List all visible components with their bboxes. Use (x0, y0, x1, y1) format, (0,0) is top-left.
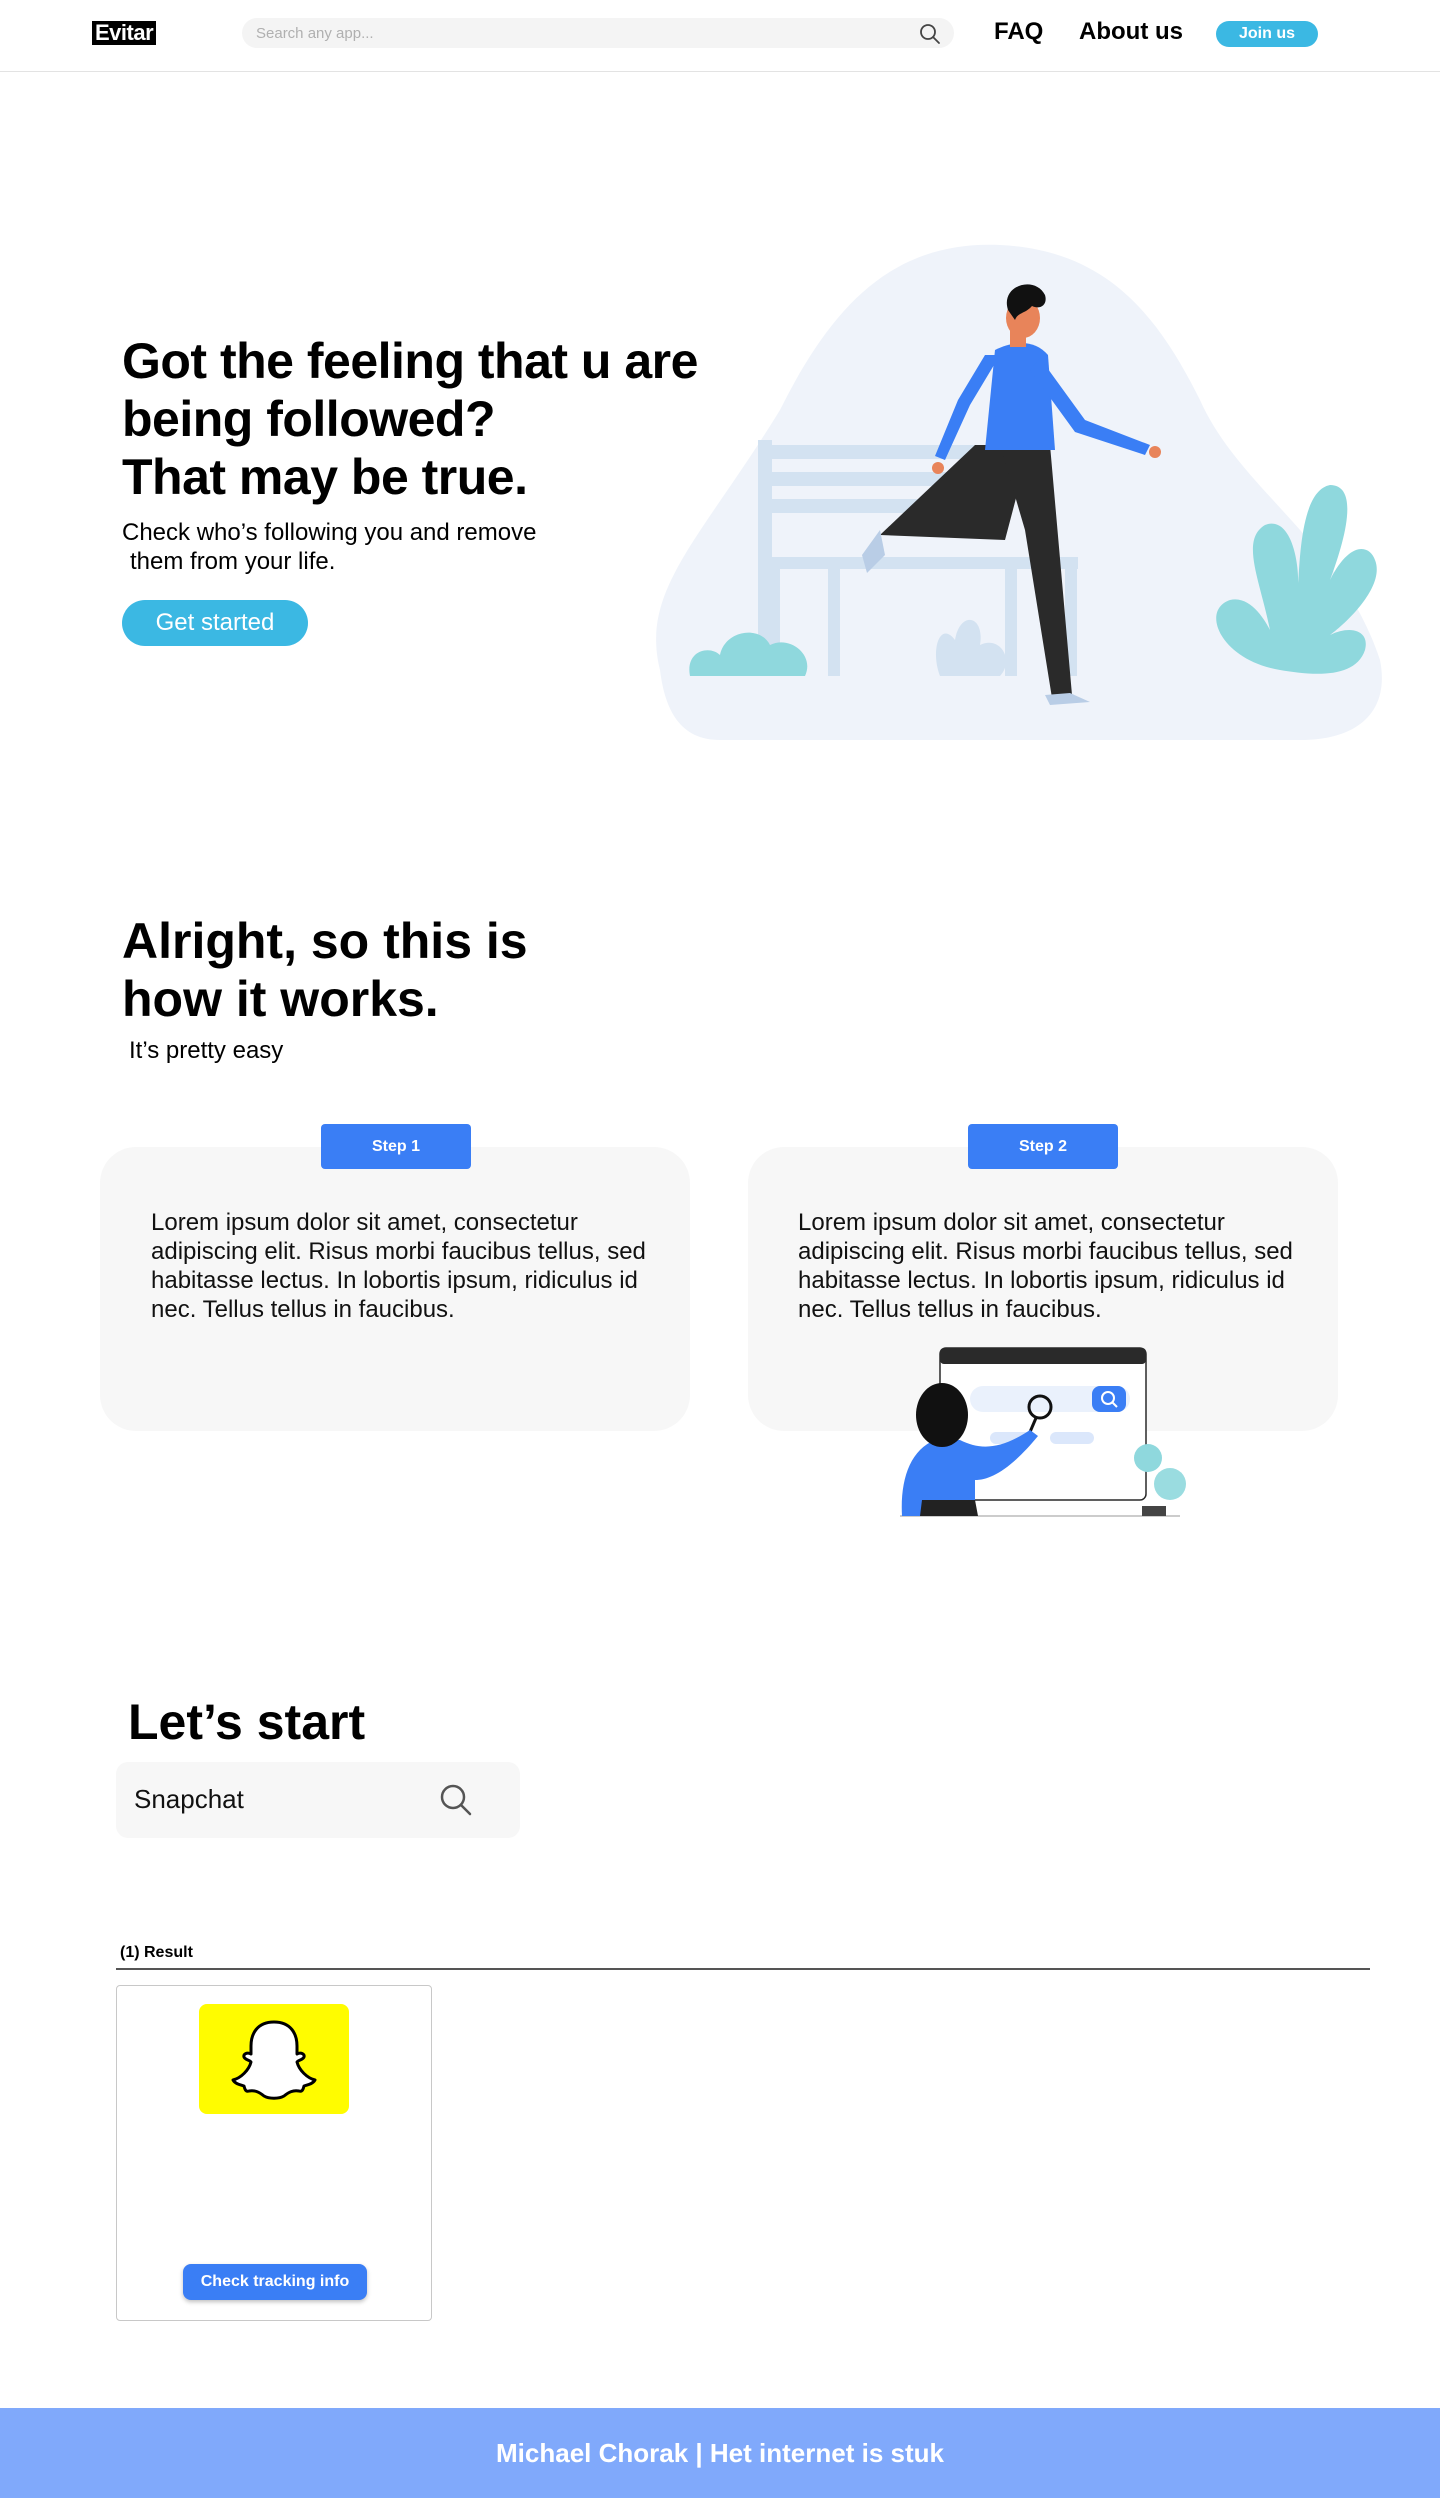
step-badge: Step 1 (321, 1124, 471, 1169)
footer: Michael Chorak | Het internet is stuk (0, 2408, 1440, 2498)
divider (116, 1968, 1370, 1970)
snapchat-ghost-icon (231, 2020, 317, 2100)
search-icon[interactable] (438, 1782, 474, 1818)
header-search-input[interactable] (256, 18, 896, 48)
how-it-works-subtitle: It’s pretty easy (129, 1037, 284, 1064)
result-count: (1) Result (120, 1944, 193, 1961)
check-tracking-button[interactable]: Check tracking info (183, 2264, 367, 2300)
running-person-illustration (656, 244, 1382, 740)
join-button[interactable]: Join us (1216, 21, 1318, 47)
search-icon[interactable] (918, 22, 942, 46)
search-illustration (900, 1347, 1186, 1517)
how-it-works-title: Alright, so this is how it works. (122, 912, 722, 1028)
nav-faq-link[interactable]: FAQ (994, 18, 1043, 46)
app-search-field[interactable]: Snapchat (116, 1762, 520, 1838)
how-title-line: how it works. (122, 971, 439, 1027)
logo[interactable]: Evitar (92, 21, 157, 45)
nav-about-link[interactable]: About us (1079, 18, 1183, 46)
how-title-line: Alright, so this is (122, 913, 528, 969)
hero-subtitle-line: them from your life. (130, 548, 336, 575)
step-description: Lorem ipsum dolor sit amet, consectetur … (798, 1209, 1293, 1323)
footer-text: Michael Chorak | Het internet is stuk (496, 2438, 944, 2468)
step-description: Lorem ipsum dolor sit amet, consectetur … (151, 1209, 646, 1323)
step-badge: Step 2 (968, 1124, 1118, 1169)
hero-subtitle: Check who’s following you and remove the… (122, 518, 642, 576)
lets-start-title: Let’s start (128, 1694, 366, 1750)
top-nav-bar: Evitar FAQ About us Join us (0, 0, 1440, 72)
snapchat-logo (199, 2004, 349, 2114)
result-card[interactable]: Check tracking info (116, 1985, 432, 2321)
header-search[interactable] (242, 18, 954, 48)
app-search-value[interactable]: Snapchat (134, 1784, 244, 1815)
hero-subtitle-line: Check who’s following you and remove (122, 519, 537, 546)
get-started-button[interactable]: Get started (122, 600, 308, 646)
